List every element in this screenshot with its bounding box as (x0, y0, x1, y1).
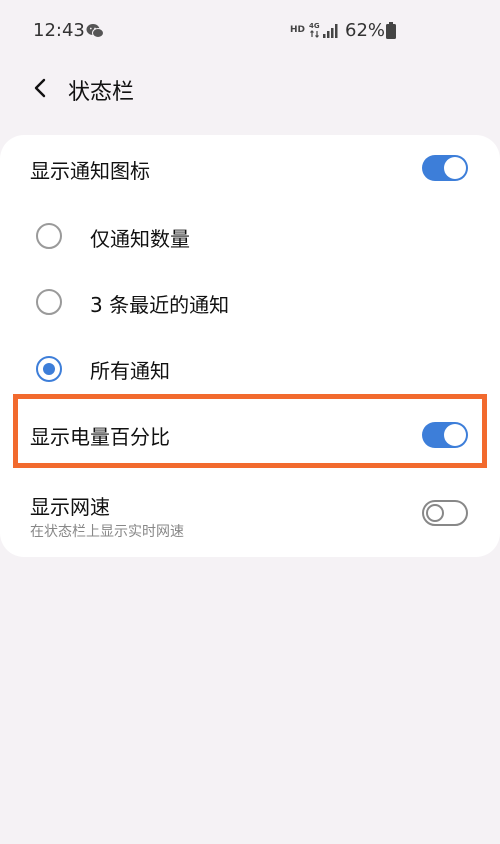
screen: 12:43 HD 4G 62% 状态栏 显示通知图标 仅通知数量 3 条最近的通… (0, 0, 500, 844)
radio-button[interactable] (36, 223, 62, 249)
status-time: 12:43 (33, 20, 85, 41)
toggle-knob (426, 504, 444, 522)
page-title: 状态栏 (68, 80, 135, 105)
show-notification-icons-toggle[interactable] (422, 155, 468, 181)
show-network-speed-toggle[interactable] (422, 500, 468, 526)
network-type-label: 4G (309, 22, 320, 30)
header: 状态栏 (0, 62, 500, 122)
network-arrows-icon: 4G (309, 22, 320, 38)
battery-icon (386, 22, 396, 39)
radio-button[interactable] (36, 289, 62, 315)
radio-option-label: 仅通知数量 (90, 227, 190, 251)
signal-icon (323, 24, 338, 38)
radio-option-recent-three[interactable]: 3 条最近的通知 (0, 269, 500, 335)
radio-button-selected[interactable] (36, 356, 62, 382)
radio-option-label: 所有通知 (90, 359, 170, 383)
highlight-box (13, 394, 487, 468)
toggle-knob (444, 157, 466, 179)
show-notification-icons-label: 显示通知图标 (30, 159, 150, 183)
chevron-left-icon (34, 78, 46, 98)
show-notification-icons-row[interactable]: 显示通知图标 (0, 135, 500, 201)
wechat-icon (86, 24, 104, 38)
hd-indicator: HD (290, 25, 306, 35)
show-network-speed-label: 显示网速 (30, 495, 110, 519)
show-network-speed-row[interactable]: 显示网速 在状态栏上显示实时网速 (0, 475, 500, 557)
battery-percentage: 62% (345, 20, 386, 41)
radio-option-all[interactable]: 所有通知 (0, 335, 500, 401)
back-button[interactable] (22, 70, 58, 106)
show-network-speed-sublabel: 在状态栏上显示实时网速 (30, 524, 184, 540)
status-bar: 12:43 HD 4G 62% (0, 0, 500, 62)
radio-option-label: 3 条最近的通知 (90, 293, 230, 317)
radio-option-count-only[interactable]: 仅通知数量 (0, 203, 500, 269)
settings-card: 显示通知图标 仅通知数量 3 条最近的通知 所有通知 显示电量百分比 显示网速 … (0, 135, 500, 557)
